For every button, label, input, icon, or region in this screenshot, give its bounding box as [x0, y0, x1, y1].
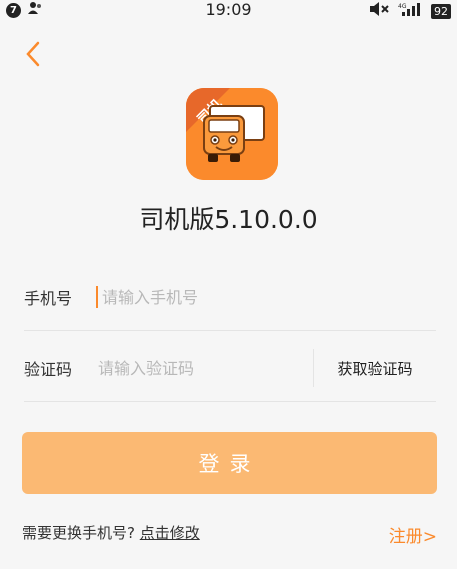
mute-icon — [369, 2, 391, 20]
truck-logo-icon: 司机 — [186, 88, 278, 180]
app-title: 司机版5.10.0.0 — [139, 205, 318, 234]
back-chevron-icon — [26, 41, 40, 67]
signal-icon: 4G — [398, 2, 424, 20]
phone-label: 手机号 — [24, 289, 73, 308]
get-code-button[interactable]: 获取验证码 — [313, 349, 436, 387]
battery-icon: 92 — [431, 3, 451, 19]
text-cursor — [96, 286, 98, 308]
phone-row: 手机号 — [24, 264, 436, 331]
footer-row: 需要更换手机号? 点击修改 注册> — [22, 520, 437, 550]
back-button[interactable] — [22, 40, 46, 68]
status-bar: 7 19:09 4G 92 — [0, 0, 457, 22]
app-logo: 司机 — [186, 88, 278, 180]
change-phone-text: 需要更换手机号? 点击修改 — [22, 522, 200, 543]
phone-input[interactable] — [100, 286, 304, 308]
code-label: 验证码 — [24, 360, 73, 379]
code-row: 验证码 获取验证码 — [24, 335, 436, 402]
signal-label: 4G — [398, 3, 407, 10]
register-link[interactable]: 注册> — [389, 522, 437, 547]
login-button[interactable]: 登录 — [22, 432, 437, 494]
code-input[interactable] — [96, 357, 300, 379]
change-phone-link[interactable]: 点击修改 — [140, 524, 200, 542]
status-right-icons: 4G 92 — [369, 2, 451, 20]
change-phone-question: 需要更换手机号? — [22, 524, 135, 542]
